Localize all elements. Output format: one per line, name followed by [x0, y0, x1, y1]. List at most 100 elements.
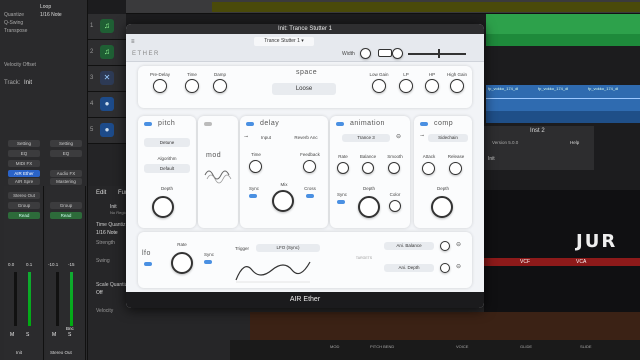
algorithm-label: Algorithm	[157, 156, 177, 161]
color-knob[interactable]	[389, 200, 401, 212]
smooth-knob[interactable]	[388, 162, 400, 174]
track-header-2[interactable]: 2 ♫	[88, 40, 126, 66]
high-gain-knob[interactable]	[450, 79, 464, 93]
lfo-sync-toggle[interactable]	[204, 260, 212, 264]
delay-mix-knob[interactable]	[272, 190, 294, 212]
automation-mode[interactable]: Read	[8, 212, 40, 219]
space-time-knob[interactable]	[185, 79, 199, 93]
anim-sync-toggle[interactable]	[337, 200, 345, 204]
feedback-knob[interactable]	[303, 160, 316, 173]
track-header-3[interactable]: 3 ✕	[88, 66, 126, 92]
width-knob[interactable]	[360, 48, 371, 59]
lfo-enable-toggle[interactable]	[144, 262, 152, 266]
quantize-select[interactable]: 1/16 Note	[96, 230, 118, 236]
inspector-quantize[interactable]: Quantize 1/16 Note	[4, 12, 84, 19]
algorithm-select[interactable]: Default	[144, 164, 190, 173]
anim-rate-knob[interactable]	[337, 162, 349, 174]
midi-fx-slot[interactable]: MIDI FX	[8, 160, 40, 167]
help-button[interactable]: Help	[570, 140, 579, 145]
timeline-ruler[interactable]	[212, 2, 640, 12]
output-knob[interactable]	[392, 48, 403, 59]
mute-button[interactable]: M	[52, 332, 56, 338]
delay-enable-toggle[interactable]	[246, 122, 254, 126]
minus-circle-icon[interactable]: ⊖	[456, 241, 461, 248]
eq-button[interactable]: EQ	[8, 150, 40, 157]
track-header-5[interactable]: 5 ●	[88, 118, 126, 144]
bounce-button[interactable]: Bnc	[66, 326, 74, 331]
low-gain-knob[interactable]	[372, 79, 386, 93]
group-slot[interactable]: Group	[50, 202, 82, 209]
plugin-window: Init: Trance Stutter 1 ≡ ETHER Trance St…	[126, 24, 484, 308]
solo-button[interactable]: S	[68, 332, 71, 338]
instrument-slot[interactable]: AIR Ether	[8, 170, 40, 177]
lfo-target-1[interactable]: Ani. Balance	[384, 242, 434, 250]
inspector-track-header[interactable]: Track: Init	[4, 80, 84, 87]
animation-preset-select[interactable]: Trance 3	[342, 134, 390, 142]
comp-depth-knob[interactable]	[431, 196, 453, 218]
release-knob[interactable]	[449, 162, 462, 175]
mix-slider-handle[interactable]	[438, 49, 440, 58]
hp-knob[interactable]	[425, 79, 439, 93]
delay-panel: delay ⊸ Input Reverb Anc Time Feedback M…	[240, 116, 328, 228]
mute-button[interactable]: M	[10, 332, 14, 338]
volume-fader[interactable]	[56, 272, 59, 326]
anim-depth-knob[interactable]	[358, 196, 380, 218]
mastering-slot[interactable]: Mastering	[50, 178, 82, 185]
lfo-target-2[interactable]: Ani. Depth	[384, 264, 434, 272]
midi-region[interactable]	[486, 14, 640, 34]
targets-label: TARGETS	[355, 256, 373, 260]
animation-enable-toggle[interactable]	[336, 122, 344, 126]
track-header-1[interactable]: 1 ♫	[88, 14, 126, 40]
minus-circle-icon[interactable]: ⊖	[456, 263, 461, 270]
inspector-velocity-offset[interactable]: Velocity Offset	[4, 62, 84, 69]
scale-select[interactable]: Off	[96, 290, 103, 296]
sidechain-select[interactable]: Sidechain	[428, 134, 468, 142]
solo-button[interactable]: S	[26, 332, 29, 338]
space-mode-select[interactable]: Loose	[272, 83, 336, 95]
delay-type-select[interactable]: Reverb Anc	[288, 135, 324, 140]
audio-region[interactable]	[486, 111, 640, 123]
audio-region[interactable]: fp_vokko_174_dl fp_vokko_174_dl fp_vokko…	[486, 85, 640, 111]
lfo-rate-knob[interactable]	[171, 252, 193, 274]
midi-region[interactable]	[486, 34, 640, 46]
side-tab[interactable]: Inst 2	[530, 128, 545, 134]
cross-toggle[interactable]	[306, 194, 314, 198]
delay-input-label: Input	[260, 135, 271, 140]
delay-time-knob[interactable]	[249, 160, 262, 173]
comp-depth-label: Depth	[436, 186, 449, 191]
pitch-depth-knob[interactable]	[152, 196, 174, 218]
preset-selector[interactable]: Trance Stutter 1 ▾	[254, 37, 314, 46]
audio-fx-slot[interactable]: Audio FX	[50, 170, 82, 177]
mix-slider[interactable]	[408, 53, 466, 55]
audio-fx-slot[interactable]: AIR Spre	[8, 178, 40, 185]
lp-knob[interactable]	[399, 79, 413, 93]
track-header-4[interactable]: 4 ●	[88, 92, 126, 118]
trigger-select[interactable]: LFO (Sync)	[256, 244, 320, 252]
output-slot[interactable]: Stereo Out	[8, 192, 40, 199]
inspector-q-swing[interactable]: Q-Swing	[4, 20, 84, 27]
damp-knob[interactable]	[213, 79, 227, 93]
automation-mode[interactable]: Read	[50, 212, 82, 219]
pre-delay-knob[interactable]	[153, 79, 167, 93]
minus-circle-icon[interactable]: ⊖	[396, 133, 401, 140]
comp-enable-toggle[interactable]	[420, 122, 428, 126]
target-1-amount-knob[interactable]	[440, 241, 450, 251]
inspector-transpose[interactable]: Transpose	[4, 28, 84, 35]
setting-button[interactable]: Setting	[50, 140, 82, 147]
pitch-panel: pitch Detune Algorithm Default Depth	[138, 116, 196, 228]
mod-enable-toggle[interactable]	[204, 122, 212, 126]
pitch-enable-toggle[interactable]	[144, 122, 152, 126]
attack-knob[interactable]	[422, 162, 435, 175]
inspector-loop[interactable]: Loop	[4, 4, 84, 11]
group-slot[interactable]: Group	[8, 202, 40, 209]
region-info: No Regio	[110, 210, 127, 215]
setting-button[interactable]: Setting	[8, 140, 40, 147]
menu-icon[interactable]: ≡	[131, 39, 135, 45]
eq-button[interactable]: EQ	[50, 150, 82, 157]
delay-sync-toggle[interactable]	[249, 194, 257, 198]
volume-fader[interactable]	[14, 272, 17, 326]
balance-knob[interactable]	[362, 162, 374, 174]
edit-menu[interactable]: Edit	[96, 190, 106, 196]
pitch-mode-select[interactable]: Detune	[144, 138, 190, 147]
target-2-amount-knob[interactable]	[440, 263, 450, 273]
